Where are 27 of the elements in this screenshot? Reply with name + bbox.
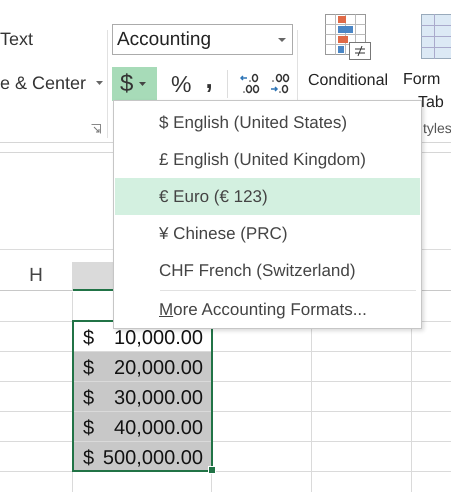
- group-label: tyles: [423, 120, 451, 136]
- merge-center-label[interactable]: e & Center: [0, 72, 86, 94]
- menu-item[interactable]: € Euro (€ 123): [115, 178, 420, 215]
- percent-button[interactable]: %: [171, 70, 192, 98]
- comma-button[interactable]: ,: [205, 69, 213, 99]
- conditional-formatting-button[interactable]: Conditional: [308, 70, 388, 92]
- wrap-text-label[interactable]: Text: [0, 28, 34, 50]
- increase-decimal-icon[interactable]: [240, 73, 260, 95]
- menu-item[interactable]: ¥ Chinese (PRC): [115, 215, 420, 252]
- format-as-table-button[interactable]: Form: [403, 69, 440, 91]
- format-as-table-button[interactable]: Tab: [418, 92, 444, 114]
- conditional-formatting-icon[interactable]: [324, 14, 372, 61]
- menu-item[interactable]: £ English (United Kingdom): [115, 141, 420, 178]
- fill-handle[interactable]: [208, 466, 216, 474]
- currency-button[interactable]: $: [112, 67, 157, 101]
- caret-icon[interactable]: [96, 81, 104, 85]
- table-cell[interactable]: $ 40,000.00: [73, 412, 212, 442]
- dialog-launcher-icon[interactable]: [91, 124, 101, 134]
- table-cell[interactable]: $ 30,000.00: [73, 382, 212, 412]
- table-cell[interactable]: $ 20,000.00: [73, 352, 212, 382]
- number-format-box[interactable]: Accounting: [112, 24, 293, 55]
- menu-item[interactable]: $ English (United States): [115, 104, 420, 141]
- caret-icon[interactable]: [139, 82, 146, 86]
- column-header[interactable]: H: [0, 262, 73, 291]
- menu-item[interactable]: CHF French (Switzerland): [115, 252, 420, 289]
- table-cell[interactable]: $ 500,000.00: [73, 442, 212, 472]
- decrease-decimal-icon[interactable]: [270, 73, 290, 95]
